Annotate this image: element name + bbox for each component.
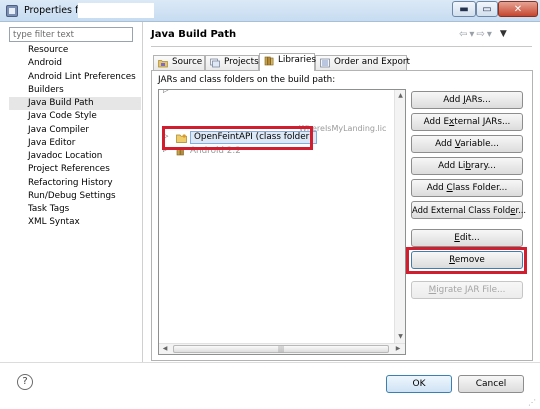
migrate-jar-button-label: igrate JAR File... <box>436 285 506 295</box>
scroll-thumb[interactable]: ||| <box>173 345 389 353</box>
maximize-button[interactable]: ▭ <box>476 1 498 17</box>
sidebar-item-label: Android Lint Preferences <box>28 71 136 82</box>
tab-order-and-export[interactable]: Order and Export <box>315 55 410 70</box>
sidebar-item[interactable]: Java Editor <box>9 137 141 150</box>
sidebar-item[interactable]: Javadoc Location <box>9 150 141 163</box>
pane-divider[interactable] <box>142 22 143 362</box>
expand-arrow-icon[interactable]: ▷ <box>163 90 168 94</box>
property-page-tree: Resource Android Android Lint Preferences B… <box>9 44 141 230</box>
sidebar-item[interactable]: Project References <box>9 163 141 176</box>
sidebar-item-label: Java Editor <box>28 137 76 148</box>
footer-separator <box>0 362 540 363</box>
sidebar-item-label: Java Build Path <box>28 98 94 108</box>
tab-source-label: Source <box>172 57 203 67</box>
ok-button[interactable]: OK <box>386 375 452 393</box>
scroll-right-arrow-icon[interactable]: ▶ <box>393 344 403 354</box>
sidebar-item-label: Builders <box>28 84 64 95</box>
tab-projects[interactable]: Projects <box>205 55 259 70</box>
title-bar: Properties for ▬ ▭ ✕ <box>0 0 540 22</box>
sidebar-item[interactable]: Android <box>9 57 141 70</box>
sidebar-item[interactable]: Java Compiler <box>9 124 141 137</box>
add-jars-button[interactable]: Add JARs... <box>411 91 523 109</box>
libraries-icon <box>264 56 274 66</box>
sidebar-item[interactable]: Java Code Style <box>9 110 141 123</box>
edit-button-label: dit... <box>459 233 480 243</box>
help-icon[interactable]: ? <box>17 374 33 390</box>
add-library-button-label: rary... <box>470 161 496 171</box>
highlight-remove-button <box>406 247 527 274</box>
view-menu-icon[interactable]: ▼ <box>500 29 507 39</box>
add-library-button-label: Add Li <box>438 161 466 171</box>
scroll-up-arrow-icon[interactable]: ▲ <box>396 91 405 100</box>
add-library-button[interactable]: Add Library... <box>411 157 523 175</box>
tab-order-and-export-label: Order and Export <box>334 57 410 67</box>
sidebar-item-label: Project References <box>28 164 110 175</box>
tab-libraries-label: Libraries <box>278 55 316 65</box>
sidebar-item[interactable]: XML Syntax <box>9 216 141 229</box>
sidebar-item-label: Refactoring History <box>28 177 113 188</box>
add-external-class-folder-button-label: Add External Class Fold <box>412 205 511 215</box>
tab-libraries[interactable]: Libraries <box>259 53 316 71</box>
sidebar-item[interactable]: Builders <box>9 84 141 97</box>
filter-input[interactable]: type filter text <box>9 27 133 42</box>
forward-arrow-icon[interactable]: ⇨ <box>476 29 484 40</box>
redacted-project-name <box>78 3 154 18</box>
sidebar-item-label: Javadoc Location <box>28 151 103 161</box>
history-navigation: ⇦ ▾ ⇨ ▾ ▼ <box>459 26 529 42</box>
back-arrow-icon[interactable]: ⇦ <box>459 29 467 40</box>
highlight-openfeint-row <box>162 126 313 150</box>
sidebar-item-label: Android <box>28 58 63 69</box>
eclipse-app-icon <box>6 5 18 17</box>
sidebar-item[interactable]: Java Build Path <box>9 97 141 111</box>
edit-button[interactable]: Edit... <box>411 229 523 247</box>
jars-section-label: JARs and class folders on the build path… <box>158 75 336 85</box>
sidebar-item-label: Java Compiler <box>28 124 89 135</box>
add-variable-button-label: Add <box>435 139 455 149</box>
add-jars-button-label: Add <box>443 95 464 105</box>
tree-horizontal-scrollbar[interactable]: ◀ ||| ▶ <box>159 343 405 354</box>
tree-row[interactable]: ▷ <box>159 90 405 99</box>
tab-projects-label: Projects <box>224 57 259 67</box>
add-jars-button-label: ARs... <box>465 95 491 105</box>
tree-vertical-scrollbar[interactable]: ▲ ▼ <box>394 90 405 343</box>
add-external-jars-button-label: ternal JARs... <box>454 117 511 127</box>
source-folder-icon <box>158 60 168 68</box>
sidebar-item[interactable]: Task Tags <box>9 203 141 216</box>
scroll-left-arrow-icon[interactable]: ◀ <box>160 344 170 354</box>
sidebar-item-label: Run/Debug Settings <box>28 190 116 201</box>
sidebar-item[interactable]: Resource <box>9 44 141 57</box>
back-menu-icon[interactable]: ▾ <box>469 29 474 40</box>
minimize-button[interactable]: ▬ <box>452 1 476 17</box>
sidebar-item-label: XML Syntax <box>28 217 80 228</box>
add-external-class-folder-button-label: r... <box>515 205 527 215</box>
projects-icon <box>210 58 220 68</box>
add-class-folder-button[interactable]: Add Class Folder... <box>411 179 523 197</box>
migrate-jar-button[interactable]: Migrate JAR File... <box>411 281 523 299</box>
sidebar-item[interactable]: Android Lint Preferences <box>9 71 141 84</box>
add-external-jars-button[interactable]: Add External JARs... <box>411 113 523 131</box>
resize-grip-icon[interactable]: ⋰ <box>528 398 538 408</box>
sidebar-item-label: Resource <box>28 45 69 55</box>
add-class-folder-button-label: Add <box>426 183 447 193</box>
sidebar-item-label: Java Code Style <box>28 111 97 122</box>
add-variable-button-label: ariable... <box>460 139 499 149</box>
close-button[interactable]: ✕ <box>498 1 538 17</box>
scroll-down-arrow-icon[interactable]: ▼ <box>396 332 405 341</box>
cancel-button[interactable]: Cancel <box>458 375 524 393</box>
sidebar-item[interactable]: Refactoring History <box>9 177 141 190</box>
sidebar-item-label: Task Tags <box>28 204 70 214</box>
tab-source[interactable]: Source <box>153 55 205 70</box>
order-export-icon <box>320 58 330 68</box>
add-external-jars-button-label: Add E <box>423 117 450 127</box>
sidebar-item[interactable]: Run/Debug Settings <box>9 190 141 203</box>
header-separator <box>151 46 532 47</box>
page-title: Java Build Path <box>151 29 237 40</box>
add-external-class-folder-button[interactable]: Add External Class Folder... <box>411 201 527 219</box>
add-class-folder-button-label: lass Folder... <box>452 183 508 193</box>
add-variable-button[interactable]: Add Variable... <box>411 135 523 153</box>
forward-menu-icon[interactable]: ▾ <box>487 29 492 40</box>
